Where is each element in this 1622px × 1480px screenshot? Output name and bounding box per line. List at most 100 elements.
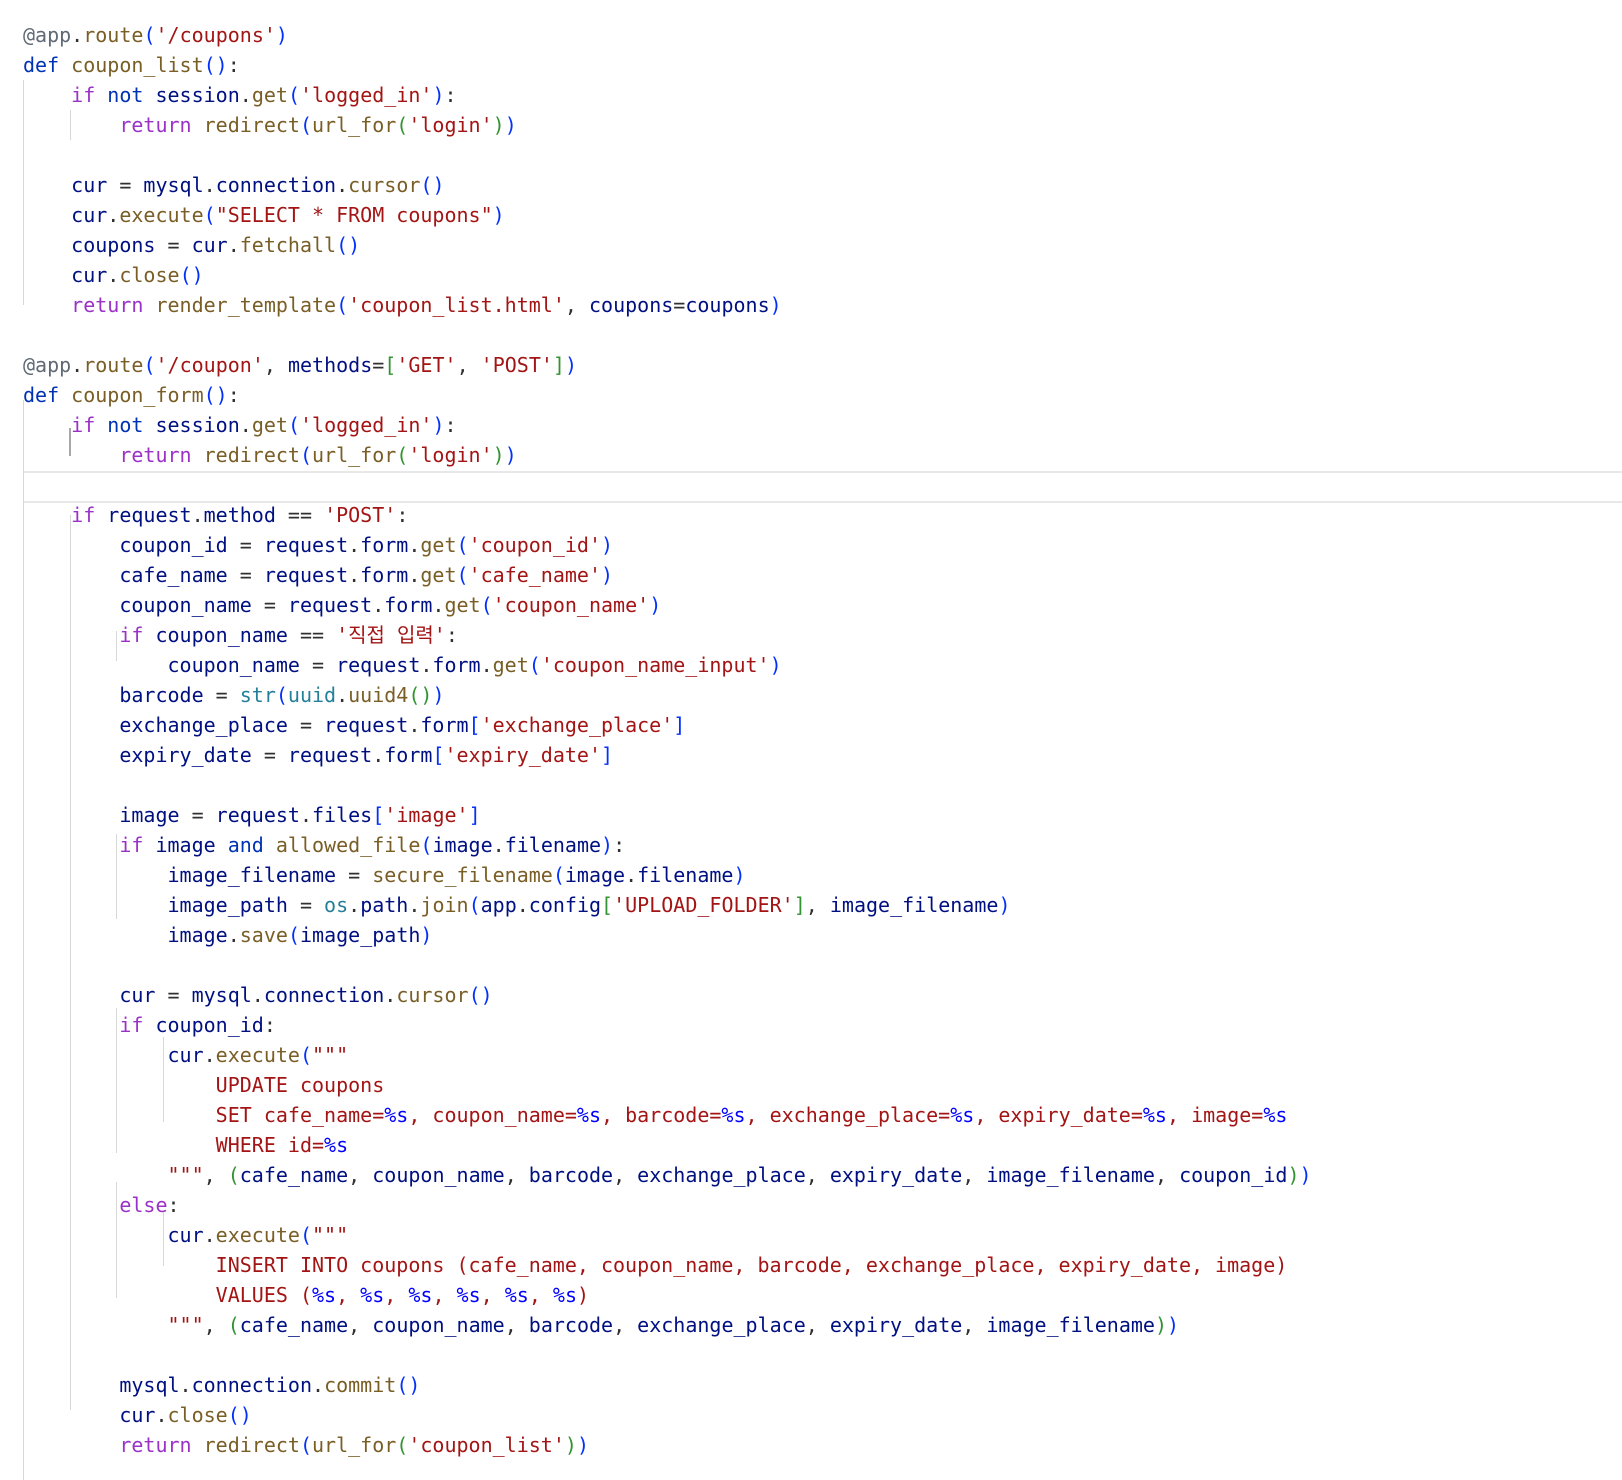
code-line[interactable]: @app.route('/coupon', methods=['GET', 'P… — [23, 350, 1312, 380]
code-token: ] — [793, 893, 806, 917]
code-line[interactable]: return render_template('coupon_list.html… — [23, 290, 1312, 320]
code-token: 'coupon_list.html' — [348, 293, 565, 317]
code-token: ( — [396, 1433, 409, 1457]
code-line[interactable] — [23, 320, 1312, 350]
code-token: 'coupon_name_input' — [540, 653, 770, 677]
code-token: join — [420, 893, 469, 917]
code-token: os — [324, 893, 349, 917]
code-token: if — [119, 623, 156, 647]
code-line[interactable]: exchange_place = request.form['exchange_… — [23, 710, 1312, 740]
code-token: , — [203, 1163, 228, 1187]
code-line[interactable]: INSERT INTO coupons (cafe_name, coupon_n… — [23, 1250, 1312, 1280]
code-token: , — [564, 293, 589, 317]
code-token: cur — [119, 1403, 156, 1427]
code-line[interactable]: def coupon_list(): — [23, 50, 1312, 80]
code-token: %s — [324, 1133, 349, 1157]
code-line[interactable]: cur = mysql.connection.cursor() — [23, 980, 1312, 1010]
code-line[interactable]: coupon_name = request.form.get('coupon_n… — [23, 590, 1312, 620]
code-line[interactable] — [23, 1340, 1312, 1370]
code-line[interactable]: image_filename = secure_filename(image.f… — [23, 860, 1312, 890]
code-line[interactable]: UPDATE coupons — [23, 1070, 1312, 1100]
code-token: route — [83, 23, 144, 47]
code-editor[interactable]: @app.route('/coupons') def coupon_list():… — [0, 0, 1622, 1480]
code-line[interactable]: if coupon_id: — [23, 1010, 1312, 1040]
code-token: image — [155, 833, 216, 857]
code-token: ) — [432, 83, 445, 107]
code-content[interactable]: @app.route('/coupons') def coupon_list():… — [23, 20, 1312, 1460]
code-line[interactable]: if not session.get('logged_in'): — [23, 80, 1312, 110]
code-line[interactable]: coupon_id = request.form.get('coupon_id'… — [23, 530, 1312, 560]
code-token: '직접 입력' — [336, 623, 446, 647]
code-line[interactable]: def coupon_form(): — [23, 380, 1312, 410]
code-line[interactable]: cur.execute("SELECT * FROM coupons") — [23, 200, 1312, 230]
code-line[interactable]: cur.execute(""" — [23, 1040, 1312, 1070]
code-line[interactable]: @app.route('/coupons') — [23, 20, 1312, 50]
code-token: coupons — [71, 233, 156, 257]
code-token: """ — [167, 1313, 204, 1337]
code-line[interactable] — [23, 950, 1312, 980]
code-token: 'POST' — [480, 353, 553, 377]
code-token: fetchall — [239, 233, 337, 257]
code-token: image_filename — [986, 1313, 1155, 1337]
code-line[interactable]: return redirect(url_for('login')) — [23, 110, 1312, 140]
code-line[interactable]: cur.execute(""" — [23, 1220, 1312, 1250]
code-token: . — [372, 593, 385, 617]
code-line[interactable]: else: — [23, 1190, 1312, 1220]
code-line[interactable]: cafe_name = request.form.get('cafe_name'… — [23, 560, 1312, 590]
code-line[interactable]: image = request.files['image'] — [23, 800, 1312, 830]
code-token: = — [107, 173, 144, 197]
code-line[interactable]: WHERE id=%s — [23, 1130, 1312, 1160]
code-token: url_for — [312, 443, 397, 467]
code-line[interactable] — [23, 470, 1312, 500]
code-line[interactable] — [23, 140, 1312, 170]
code-line[interactable]: coupon_name = request.form.get('coupon_n… — [23, 650, 1312, 680]
code-token: request — [215, 803, 300, 827]
code-token: 'GET' — [396, 353, 457, 377]
code-line[interactable]: return redirect(url_for('login')) — [23, 440, 1312, 470]
code-line[interactable]: if image and allowed_file(image.filename… — [23, 830, 1312, 860]
code-line[interactable]: if request.method == 'POST': — [23, 500, 1312, 530]
code-token: , — [384, 1283, 409, 1307]
code-token: request — [263, 533, 349, 557]
code-token: uuid — [287, 683, 337, 707]
code-line[interactable]: """, (cafe_name, coupon_name, barcode, e… — [23, 1160, 1312, 1190]
code-token: UPDATE coupons — [215, 1073, 385, 1097]
code-line[interactable]: cur = mysql.connection.cursor() — [23, 170, 1312, 200]
code-token: , — [263, 353, 288, 377]
code-token: cursor — [396, 983, 469, 1007]
code-token: filename — [504, 833, 602, 857]
code-token: ] — [468, 803, 481, 827]
code-line[interactable]: SET cafe_name=%s, coupon_name=%s, barcod… — [23, 1100, 1312, 1130]
code-line[interactable]: expiry_date = request.form['expiry_date'… — [23, 740, 1312, 770]
code-token: coupon_name — [119, 593, 252, 617]
code-line[interactable]: cur.close() — [23, 260, 1312, 290]
code-token: return — [71, 293, 156, 317]
code-token: ] — [673, 713, 686, 737]
code-token: . — [239, 413, 252, 437]
code-line[interactable]: image_path = os.path.join(app.config['UP… — [23, 890, 1312, 920]
code-line[interactable]: mysql.connection.commit() — [23, 1370, 1312, 1400]
code-line[interactable]: barcode = str(uuid.uuid4()) — [23, 680, 1312, 710]
code-line[interactable]: cur.close() — [23, 1400, 1312, 1430]
code-token: ( — [227, 1313, 240, 1337]
code-line[interactable]: coupons = cur.fetchall() — [23, 230, 1312, 260]
code-line[interactable]: return redirect(url_for('coupon_list')) — [23, 1430, 1312, 1460]
code-line[interactable]: if not session.get('logged_in'): — [23, 410, 1312, 440]
code-line[interactable] — [23, 770, 1312, 800]
code-token: = — [299, 653, 337, 677]
code-token: '/coupon' — [155, 353, 264, 377]
code-line[interactable]: if coupon_name == '직접 입력': — [23, 620, 1312, 650]
code-line[interactable]: """, (cafe_name, coupon_name, barcode, e… — [23, 1310, 1312, 1340]
code-token: if — [71, 83, 108, 107]
code-token: image — [564, 863, 626, 887]
code-token: %s — [360, 1283, 385, 1307]
code-token: , — [504, 1313, 529, 1337]
code-line[interactable]: image.save(image_path) — [23, 920, 1312, 950]
code-token: session — [155, 413, 240, 437]
code-line[interactable]: VALUES (%s, %s, %s, %s, %s, %s) — [23, 1280, 1312, 1310]
